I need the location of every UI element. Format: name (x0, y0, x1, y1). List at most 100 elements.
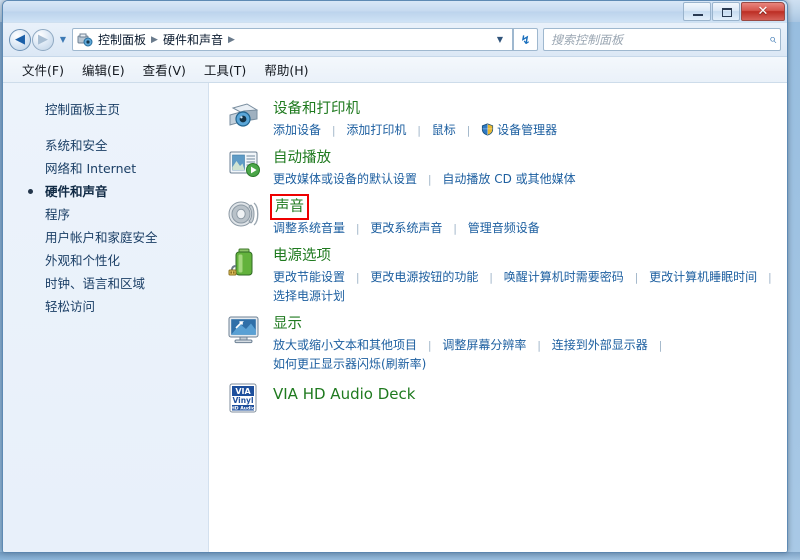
category-display: 显示 放大或缩小文本和其他项目 | 调整屏幕分辨率 | 连接到外部显示器 | 如… (227, 312, 787, 374)
link-require-password-when-computer-wakes[interactable]: 唤醒计算机时需要密码 (504, 268, 624, 287)
autoplay-icon[interactable] (227, 146, 267, 189)
link-add-device[interactable]: 添加设备 (273, 121, 321, 140)
category-body: 电源选项 更改节能设置 | 更改电源按钮的功能 | 唤醒计算机时需要密码 | 更… (267, 244, 779, 306)
link-change-default-settings-for-media-or-devices[interactable]: 更改媒体或设备的默认设置 (273, 170, 417, 189)
sidebar-item-system-and-security[interactable]: 系统和安全 (3, 134, 208, 157)
link-separator: | (355, 271, 360, 284)
category-links: 调整系统音量 | 更改系统声音 | 管理音频设备 (273, 219, 540, 238)
sidebar-item-control-panel-home[interactable]: 控制面板主页 (3, 97, 208, 120)
link-connect-to-an-external-display[interactable]: 连接到外部显示器 (552, 336, 648, 355)
link-choose-a-power-plan[interactable]: 选择电源计划 (273, 287, 345, 306)
via-vinyl-hd-audio-icon[interactable]: VIA Vinyl HD Audio (227, 380, 267, 414)
category-title-devices-and-printers[interactable]: 设备和打印机 (273, 99, 360, 119)
sidebar-item-appearance-and-personalization[interactable]: 外观和个性化 (3, 249, 208, 272)
link-play-cds-or-other-media-automatically[interactable]: 自动播放 CD 或其他媒体 (442, 170, 575, 189)
power-options-icon[interactable] (227, 244, 267, 306)
forward-arrow-icon: ▶ (38, 32, 48, 47)
refresh-icon: ↯ (520, 32, 531, 47)
breadcrumb-separator-trailing-icon[interactable]: ▶ (226, 35, 237, 45)
category-title-sound[interactable]: 声音 (270, 194, 309, 220)
breadcrumb-item-control-panel[interactable]: 控制面板 (95, 31, 149, 48)
forward-button[interactable]: ▶ (32, 28, 54, 51)
close-icon: ✕ (757, 4, 769, 19)
category-body: 声音 调整系统音量 | 更改系统声音 | 管理音频设备 (267, 194, 540, 238)
window-controls: ✕ (683, 2, 785, 21)
close-button[interactable]: ✕ (741, 2, 785, 21)
link-separator: | (355, 222, 360, 235)
link-make-text-and-other-items-larger-or-smaller[interactable]: 放大或缩小文本和其他项目 (273, 336, 417, 355)
svg-text:HD Audio: HD Audio (231, 405, 255, 411)
menu-item-help[interactable]: 帮助(H) (255, 58, 317, 81)
display-monitor-icon[interactable] (227, 312, 267, 374)
breadcrumb-separator-icon: ▶ (151, 34, 158, 45)
sidebar-item-programs[interactable]: 程序 (3, 203, 208, 226)
minimize-button[interactable] (683, 2, 711, 21)
category-body: 自动播放 更改媒体或设备的默认设置 | 自动播放 CD 或其他媒体 (267, 146, 576, 189)
link-separator: | (331, 124, 336, 137)
category-links: 添加设备 | 添加打印机 | 鼠标 | 设备管理器 (273, 121, 557, 140)
link-separator: | (537, 339, 541, 352)
search-box[interactable]: 搜索控制面板 ⌕ (543, 28, 781, 51)
menu-item-file[interactable]: 文件(F) (13, 58, 73, 81)
devices-and-printers-icon[interactable] (227, 97, 267, 140)
category-title-power-options[interactable]: 电源选项 (273, 246, 331, 266)
link-change-when-the-computer-sleeps[interactable]: 更改计算机睡眠时间 (649, 268, 757, 287)
back-arrow-icon: ◀ (15, 32, 25, 47)
category-sound: 声音 调整系统音量 | 更改系统声音 | 管理音频设备 (227, 194, 787, 238)
breadcrumb[interactable]: 控制面板 ▶ 硬件和声音 ▶ ▼ (72, 28, 513, 51)
category-title-display[interactable]: 显示 (273, 314, 302, 334)
menu-item-edit[interactable]: 编辑(E) (73, 58, 134, 81)
navigation-sidebar: 控制面板主页 系统和安全 网络和 Internet 硬件和声音 程序 用户帐户和… (3, 83, 209, 552)
category-body: VIA HD Audio Deck (267, 380, 415, 414)
link-change-system-sounds[interactable]: 更改系统声音 (370, 219, 442, 238)
category-title-via-hd-audio-deck[interactable]: VIA HD Audio Deck (273, 381, 415, 407)
uac-shield-icon (481, 123, 494, 136)
link-manage-audio-devices[interactable]: 管理音频设备 (468, 219, 540, 238)
link-add-printer[interactable]: 添加打印机 (346, 121, 406, 140)
link-change-what-the-power-buttons-do[interactable]: 更改电源按钮的功能 (370, 268, 478, 287)
maximize-button[interactable] (712, 2, 740, 21)
back-button[interactable]: ◀ (9, 28, 31, 51)
control-panel-window: ✕ ◀ ▶ ▼ 控制面板 ▶ 硬件和声音 ▶ ▼ ↯ 搜索控制面板 ⌕ 文件(F… (2, 0, 788, 553)
link-adjust-screen-resolution[interactable]: 调整屏幕分辨率 (442, 336, 526, 355)
category-title-autoplay[interactable]: 自动播放 (273, 148, 331, 168)
category-list: 设备和打印机 添加设备 | 添加打印机 | 鼠标 | 设备管理器 自动播放 更改… (209, 83, 787, 552)
refresh-button[interactable]: ↯ (514, 28, 538, 51)
sidebar-item-ease-of-access[interactable]: 轻松访问 (3, 295, 208, 318)
sound-speaker-icon[interactable] (227, 195, 267, 238)
link-device-manager[interactable]: 设备管理器 (497, 121, 557, 140)
link-change-power-saving-settings[interactable]: 更改节能设置 (273, 268, 345, 287)
category-devices-and-printers: 设备和打印机 添加设备 | 添加打印机 | 鼠标 | 设备管理器 (227, 97, 787, 140)
link-separator: | (427, 339, 432, 352)
link-separator: | (768, 271, 772, 284)
link-mouse[interactable]: 鼠标 (432, 121, 456, 140)
category-links: 更改节能设置 | 更改电源按钮的功能 | 唤醒计算机时需要密码 | 更改计算机睡… (273, 268, 779, 306)
window-titlebar[interactable]: ✕ (3, 1, 787, 23)
link-separator: | (453, 222, 457, 235)
category-body: 显示 放大或缩小文本和其他项目 | 调整屏幕分辨率 | 连接到外部显示器 | 如… (267, 312, 669, 374)
search-input[interactable]: 搜索控制面板 (548, 31, 769, 48)
link-adjust-system-volume[interactable]: 调整系统音量 (273, 219, 345, 238)
breadcrumb-dropdown-icon[interactable]: ▼ (492, 35, 508, 44)
sidebar-item-user-accounts-and-family-safety[interactable]: 用户帐户和家庭安全 (3, 226, 208, 249)
link-separator: | (658, 339, 663, 352)
category-via-hd-audio-deck: VIA Vinyl HD Audio VIA HD Audio Deck (227, 380, 787, 414)
svg-text:VIA: VIA (235, 387, 251, 396)
menu-item-view[interactable]: 查看(V) (134, 58, 195, 81)
sidebar-item-clock-language-and-region[interactable]: 时钟、语言和区域 (3, 272, 208, 295)
breadcrumb-item-hardware-and-sound[interactable]: 硬件和声音 (160, 31, 226, 48)
search-icon[interactable]: ⌕ (769, 32, 776, 47)
recent-locations-button[interactable]: ▼ (56, 35, 70, 44)
maximize-icon (722, 8, 732, 17)
link-separator: | (466, 124, 471, 137)
address-bar-row: ◀ ▶ ▼ 控制面板 ▶ 硬件和声音 ▶ ▼ ↯ 搜索控制面板 ⌕ (3, 23, 787, 57)
link-separator: | (634, 271, 639, 284)
category-autoplay: 自动播放 更改媒体或设备的默认设置 | 自动播放 CD 或其他媒体 (227, 146, 787, 189)
chevron-down-icon: ▼ (59, 35, 67, 44)
menu-item-tools[interactable]: 工具(T) (195, 58, 255, 81)
link-how-to-correct-monitor-flicker-refresh-rate[interactable]: 如何更正显示器闪烁(刷新率) (273, 355, 426, 374)
category-body: 设备和打印机 添加设备 | 添加打印机 | 鼠标 | 设备管理器 (267, 97, 557, 140)
sidebar-item-hardware-and-sound[interactable]: 硬件和声音 (3, 180, 208, 203)
control-panel-icon (77, 32, 93, 48)
sidebar-item-network-and-internet[interactable]: 网络和 Internet (3, 157, 208, 180)
